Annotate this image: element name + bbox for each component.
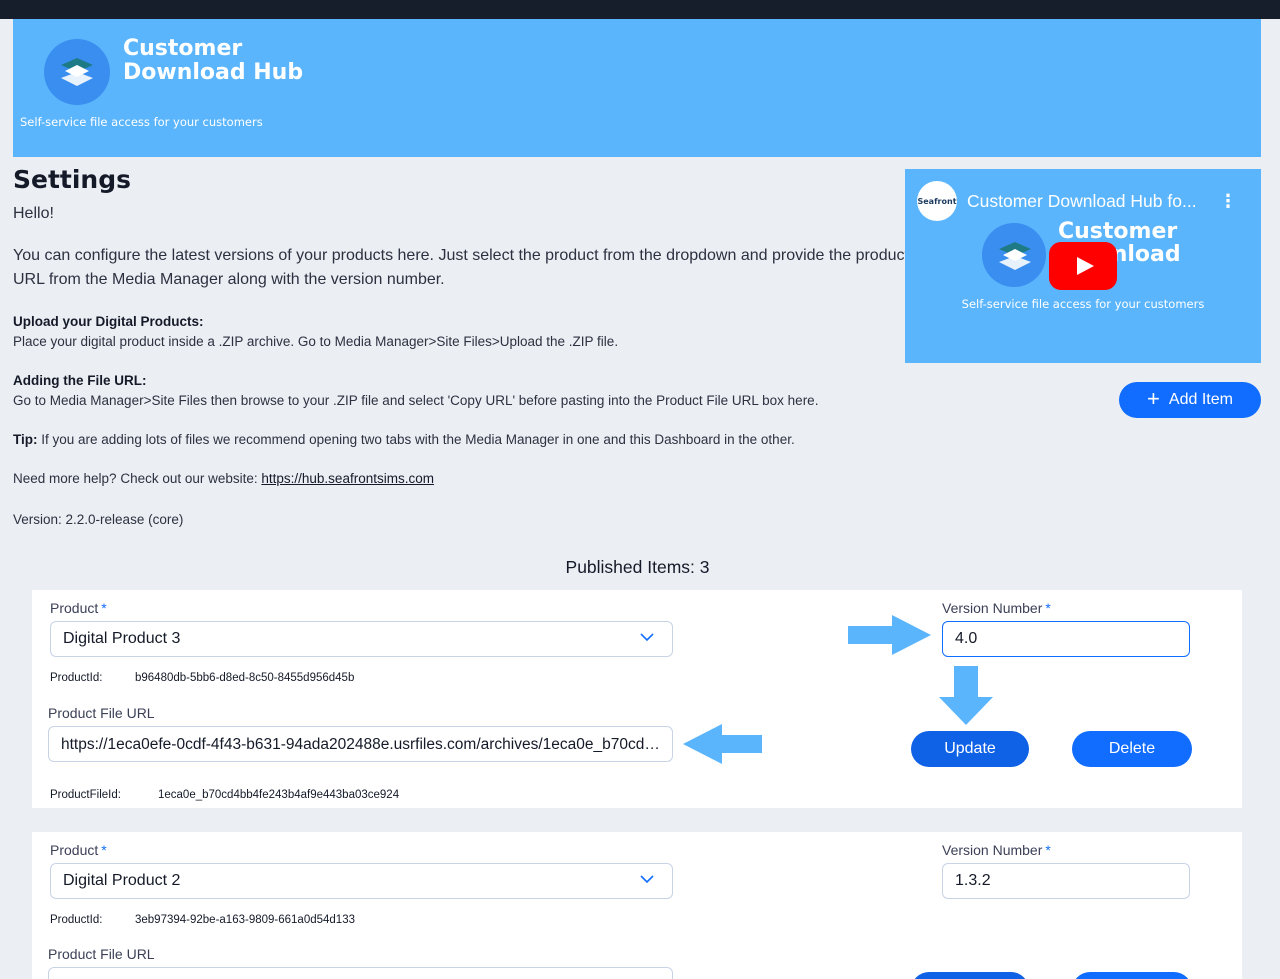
required-marker: * [1045, 600, 1051, 616]
tip-body: If you are adding lots of files we recom… [37, 432, 795, 447]
file-url-input[interactable]: https://1eca0efe-0cdf-4f43-b631-94ada202… [48, 726, 673, 762]
more-vertical-icon[interactable]: ⋮ [1219, 191, 1237, 212]
product-dropdown[interactable]: Digital Product 3 [50, 621, 673, 657]
file-id-value: 1eca0e_b70cd4bb4fe243b4af9e443ba03ce924 [158, 789, 400, 801]
file-url-input[interactable] [48, 967, 673, 979]
arrow-left-icon [683, 724, 762, 764]
file-url-label: Product File URL [48, 946, 155, 962]
item-card: Product * Digital Product 2 ProductId: 3e… [32, 832, 1242, 979]
layers-icon [61, 58, 93, 86]
plus-icon: + [1147, 386, 1160, 411]
app-header-banner: Customer Download Hub Self-service file … [13, 19, 1261, 157]
arrow-right-icon [848, 615, 931, 655]
channel-avatar[interactable]: Seafront [917, 181, 957, 221]
required-marker: * [1045, 842, 1051, 858]
tip-text: Tip: If you are adding lots of files we … [13, 430, 913, 450]
version-label: Version Number * [942, 600, 1051, 616]
product-id-value: 3eb97394-92be-a163-9809-661a0d54d133 [135, 914, 355, 926]
update-button[interactable]: Update [911, 731, 1029, 767]
chevron-down-icon [640, 875, 654, 884]
video-title[interactable]: Customer Download Hub fo... [967, 191, 1212, 212]
product-label-text: Product [50, 600, 99, 616]
version-label-text: Version Number [942, 842, 1043, 858]
browser-top-bar [0, 0, 1280, 19]
update-button[interactable] [911, 972, 1029, 979]
layers-icon [999, 242, 1031, 270]
version-text: Version: 2.2.0-release (core) [13, 512, 184, 527]
version-input[interactable]: 1.3.2 [942, 863, 1190, 899]
add-item-button[interactable]: + Add Item [1119, 382, 1261, 418]
published-count: Published Items: 3 [565, 557, 710, 577]
product-label: Product * [50, 842, 107, 858]
delete-button[interactable] [1072, 972, 1192, 979]
app-title: Customer Download Hub [123, 36, 304, 85]
greeting-text: Hello! [13, 205, 54, 222]
version-label-text: Version Number [942, 600, 1043, 616]
help-label: Need more help? Check out our website: [13, 471, 262, 486]
product-label: Product * [50, 600, 107, 616]
video-embed[interactable]: Seafront Customer Download Hub fo... ⋮ C… [905, 169, 1261, 363]
help-text: Need more help? Check out our website: h… [13, 469, 913, 489]
upload-heading: Upload your Digital Products: [13, 314, 204, 329]
chevron-down-icon [640, 633, 654, 642]
file-id-label: ProductFileId: [50, 789, 121, 801]
file-url-label: Product File URL [48, 705, 155, 721]
version-value: 4.0 [955, 630, 978, 647]
add-item-label: Add Item [1168, 391, 1233, 408]
video-tagline: Self-service file access for your custom… [961, 297, 1205, 311]
product-dropdown[interactable]: Digital Product 2 [50, 863, 673, 899]
product-id-value: b96480db-5bb6-d8ed-8c50-8455d956d45b [135, 672, 355, 684]
adding-heading: Adding the File URL: [13, 373, 147, 388]
file-url-value: https://1eca0efe-0cdf-4f43-b631-94ada202… [61, 736, 666, 753]
adding-instructions: Adding the File URL: Go to Media Manager… [13, 371, 913, 411]
version-input[interactable]: 4.0 [942, 621, 1190, 657]
page-title: Settings [13, 165, 132, 194]
required-marker: * [101, 842, 107, 858]
delete-button[interactable]: Delete [1072, 731, 1192, 767]
product-id-label: ProductId: [50, 914, 103, 926]
arrow-down-icon [939, 666, 993, 725]
upload-text: Place your digital product inside a .ZIP… [13, 334, 619, 349]
tip-label: Tip: [13, 432, 38, 447]
adding-text: Go to Media Manager>Site Files then brow… [13, 393, 819, 408]
product-dropdown-value: Digital Product 3 [63, 630, 181, 647]
version-value: 1.3.2 [955, 872, 991, 889]
app-logo [44, 39, 110, 105]
product-dropdown-value: Digital Product 2 [63, 872, 181, 889]
upload-instructions: Upload your Digital Products: Place your… [13, 312, 913, 352]
intro-text: You can configure the latest versions of… [13, 247, 909, 288]
product-label-text: Product [50, 842, 99, 858]
play-icon[interactable] [1049, 242, 1117, 290]
product-id-label: ProductId: [50, 672, 103, 684]
required-marker: * [101, 600, 107, 616]
item-card: Product * Digital Product 3 ProductId: b9… [32, 590, 1242, 808]
version-label: Version Number * [942, 842, 1051, 858]
help-link[interactable]: https://hub.seafrontsims.com [261, 471, 434, 486]
app-tagline: Self-service file access for your custom… [20, 115, 263, 129]
video-logo [982, 223, 1046, 287]
